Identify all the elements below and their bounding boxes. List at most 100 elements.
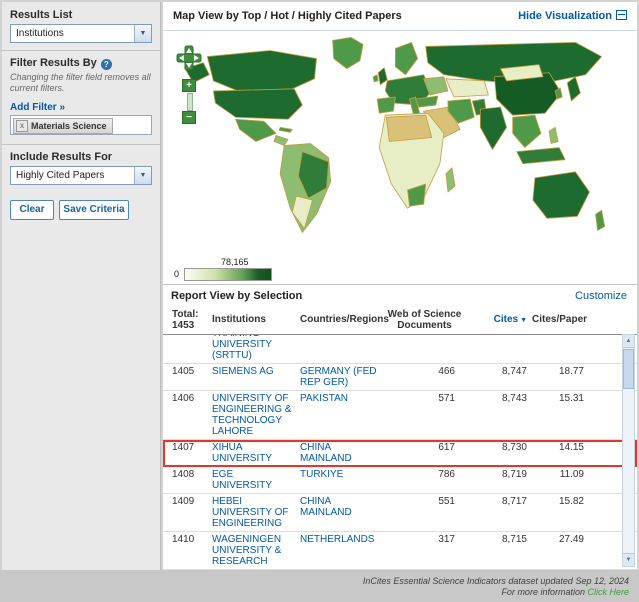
- cites-cell: 8,730: [467, 440, 529, 455]
- map-view-header: Map View by Top / Hot / Highly Cited Pap…: [163, 2, 637, 31]
- filter-tag-box: xMaterials Science: [10, 115, 152, 135]
- docs-cell: 466: [383, 364, 467, 379]
- map-legend: 0 78,165: [163, 258, 463, 284]
- help-icon[interactable]: ?: [101, 59, 112, 70]
- include-results-select[interactable]: Highly Cited Papers ▼: [10, 166, 152, 185]
- table-row: 1406 UNIVERSITY OF ENGINEERING & TECHNOL…: [163, 391, 637, 440]
- cites-per-paper-cell: 11.09: [529, 467, 587, 482]
- col-cites-sort[interactable]: Cites▼: [467, 312, 529, 328]
- docs-cell: 786: [383, 467, 467, 482]
- cites-cell: 8,719: [467, 467, 529, 482]
- country-link[interactable]: GERMANY (FED REP GER): [300, 366, 377, 388]
- include-results-label: Include Results For: [10, 151, 112, 163]
- legend-min-value: 0: [174, 269, 179, 279]
- remove-filter-icon[interactable]: x: [16, 120, 28, 132]
- docs-cell: 571: [383, 391, 467, 406]
- rank-cell: 1409: [163, 494, 209, 509]
- country-link[interactable]: CHINA MAINLAND: [300, 496, 352, 518]
- table-header-row: Total: 1453 Institutions Countries/Regio…: [163, 305, 637, 335]
- divider: [2, 50, 160, 51]
- cites-per-paper-cell: 15.82: [529, 494, 587, 509]
- zoom-in-button[interactable]: +: [182, 79, 196, 92]
- country-link[interactable]: TURKIYE: [300, 469, 343, 480]
- results-list-value: Institutions: [16, 28, 64, 39]
- cites-cell: 8,717: [467, 494, 529, 509]
- docs-cell: 551: [383, 494, 467, 509]
- page-footer: InCites Essential Science Indicators dat…: [0, 570, 639, 602]
- table-body: 1404 TEACHER TRAINING UNIVERSITY (SRTTU)…: [163, 335, 637, 570]
- docs-cell: 317: [383, 532, 467, 547]
- table-row: 1408 EGE UNIVERSITY TURKIYE 786 8,719 11…: [163, 467, 637, 494]
- save-criteria-button[interactable]: Save Criteria: [59, 200, 129, 220]
- institution-link[interactable]: EGE UNIVERSITY: [212, 469, 272, 491]
- table-row-highlighted: 1407 XIHUA UNIVERSITY CHINA MAINLAND 617…: [163, 440, 637, 467]
- cites-per-paper-cell: 15.31: [529, 391, 587, 406]
- map-area: + −: [163, 31, 637, 257]
- click-here-link[interactable]: Click Here: [587, 587, 629, 597]
- table-row: 1409 HEBEI UNIVERSITY OF ENGINEERING CHI…: [163, 494, 637, 532]
- institution-link[interactable]: TEACHER TRAINING UNIVERSITY (SRTTU): [212, 335, 272, 361]
- institution-link[interactable]: HEBEI UNIVERSITY OF ENGINEERING: [212, 496, 289, 529]
- dropdown-arrow-icon: ▼: [134, 167, 151, 184]
- filter-sidebar: Results List Institutions ▼ Filter Resul…: [2, 2, 161, 570]
- filter-results-by-text: Filter Results By: [10, 57, 97, 69]
- more-info-prefix: For more information: [501, 587, 585, 597]
- scrollbar-thumb[interactable]: [623, 349, 634, 389]
- institution-link[interactable]: UNIVERSITY OF ENGINEERING & TECHNOLOGY L…: [212, 393, 291, 437]
- rank-cell: 1408: [163, 467, 209, 482]
- results-list-label: Results List: [10, 9, 72, 21]
- hide-visualization-icon: [616, 10, 627, 20]
- cites-cell: 8,715: [467, 532, 529, 547]
- cites-per-paper-cell: 27.49: [529, 532, 587, 547]
- cites-per-paper-cell: 18.77: [529, 364, 587, 379]
- dropdown-arrow-icon: ▼: [134, 25, 151, 42]
- report-view-header: Report View by Selection Customize: [163, 284, 637, 306]
- map-view-title: Map View by Top / Hot / Highly Cited Pap…: [173, 10, 402, 22]
- col-cites-label: Cites: [494, 314, 518, 325]
- legend-max-value: 78,165: [221, 257, 249, 267]
- country-link[interactable]: PAKISTAN: [300, 393, 348, 404]
- cites-cell: 8,747: [467, 364, 529, 379]
- include-results-value: Highly Cited Papers: [16, 170, 104, 181]
- institution-link[interactable]: WAGENINGEN UNIVERSITY & RESEARCH: [212, 534, 281, 567]
- filter-note: Changing the filter field removes all cu…: [10, 72, 152, 94]
- rank-cell: 1406: [163, 391, 209, 406]
- hide-visualization-link[interactable]: Hide Visualization: [518, 10, 627, 22]
- filter-tag-label: Materials Science: [31, 121, 107, 131]
- table-row: 1410 WAGENINGEN UNIVERSITY & RESEARCH NE…: [163, 532, 637, 570]
- rank-cell: 1405: [163, 364, 209, 379]
- sort-desc-icon: ▼: [520, 317, 527, 324]
- scroll-up-button[interactable]: ▲: [623, 335, 634, 348]
- zoom-slider[interactable]: [187, 93, 193, 111]
- col-institutions: Institutions: [209, 312, 297, 327]
- clear-button[interactable]: Clear: [10, 200, 54, 220]
- table-row: 1405 SIEMENS AG GERMANY (FED REP GER) 46…: [163, 364, 637, 391]
- scroll-down-button[interactable]: ▼: [623, 553, 634, 566]
- main-panel: Map View by Top / Hot / Highly Cited Pap…: [163, 2, 637, 570]
- filter-tag: xMaterials Science: [13, 118, 113, 134]
- add-filter-link[interactable]: Add Filter »: [10, 102, 65, 113]
- institution-link[interactable]: XIHUA UNIVERSITY: [212, 442, 272, 464]
- rank-cell: 1410: [163, 532, 209, 547]
- col-cites-per-paper-label: Cites/Paper: [532, 314, 587, 325]
- world-map[interactable]: [179, 33, 634, 253]
- col-cites-per-paper: Cites/Paper: [529, 312, 587, 327]
- country-link[interactable]: CHINA MAINLAND: [300, 442, 352, 464]
- legend-gradient-bar: [184, 268, 272, 281]
- country-link[interactable]: NETHERLANDS: [300, 534, 374, 545]
- filter-results-by-label: Filter Results By?: [10, 57, 112, 70]
- customize-link[interactable]: Customize: [575, 290, 627, 302]
- cites-per-paper-cell: 14.15: [529, 440, 587, 455]
- results-list-select[interactable]: Institutions ▼: [10, 24, 152, 43]
- hide-visualization-label: Hide Visualization: [518, 10, 612, 22]
- zoom-out-button[interactable]: −: [182, 111, 196, 124]
- col-wos-documents: Web of Science Documents: [383, 307, 467, 333]
- table-scrollbar[interactable]: ▲ ▼: [622, 334, 635, 567]
- report-view-title: Report View by Selection: [171, 290, 302, 302]
- map-pan-control[interactable]: [176, 45, 202, 71]
- divider: [2, 144, 160, 145]
- rank-cell: 1407: [163, 440, 209, 455]
- institution-link[interactable]: SIEMENS AG: [212, 366, 274, 377]
- more-info-text: For more information Click Here: [501, 587, 629, 597]
- dataset-updated-text: InCites Essential Science Indicators dat…: [363, 576, 629, 586]
